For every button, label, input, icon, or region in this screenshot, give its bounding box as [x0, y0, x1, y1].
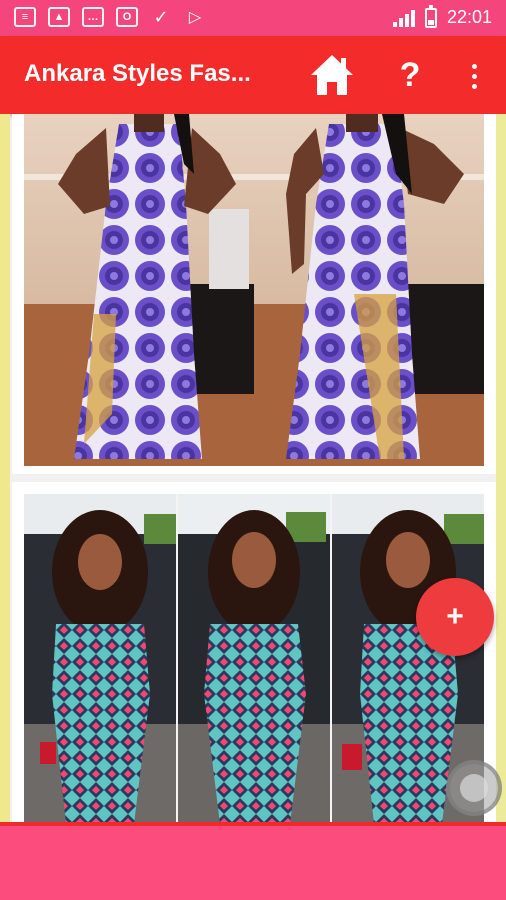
checklist-icon: ✓ — [153, 6, 169, 27]
gallery[interactable] — [0, 114, 506, 824]
notification-icons: ≡ ▲ … O ✓ ▷ — [14, 7, 206, 27]
office-icon: O — [116, 7, 138, 27]
signal-icon — [392, 9, 415, 27]
jumpsuit-photo[interactable] — [24, 494, 484, 824]
help-button[interactable]: ? — [392, 54, 428, 96]
gallery-card[interactable] — [12, 482, 496, 824]
home-button[interactable] — [308, 52, 356, 98]
clock: 22:01 — [446, 7, 492, 27]
play-store-icon: ▷ — [188, 9, 202, 26]
app-bar: Ankara Styles Fas... ? — [0, 36, 506, 114]
floating-assist-button[interactable] — [446, 760, 502, 816]
right-edge — [496, 114, 506, 824]
more-vert-icon[interactable] — [462, 56, 486, 96]
image-icon: ▲ — [48, 7, 70, 27]
gown-photo[interactable] — [24, 114, 484, 466]
gallery-card[interactable] — [12, 114, 496, 474]
bottom-ad-banner[interactable] — [0, 822, 506, 900]
left-edge — [0, 114, 10, 824]
app-title: Ankara Styles Fas... — [24, 60, 251, 87]
add-fab[interactable]: + — [416, 578, 494, 656]
battery-icon — [424, 4, 437, 28]
home-icon — [311, 55, 353, 95]
status-bar: ≡ ▲ … O ✓ ▷ 22:01 — [0, 0, 506, 36]
chat-icon: … — [82, 7, 104, 27]
message-icon: ≡ — [14, 7, 36, 27]
